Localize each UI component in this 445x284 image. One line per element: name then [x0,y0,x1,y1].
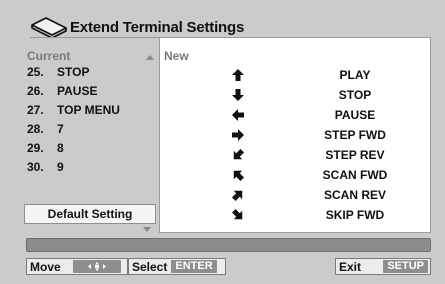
list-item[interactable]: 25. STOP [27,65,159,84]
status-bar [26,238,431,252]
item-number: 28. [27,122,44,136]
mapping-row[interactable]: SCAN FWD [160,166,432,186]
mapping-label: PAUSE [334,108,376,122]
item-number: 26. [27,84,44,98]
arrow-up-right-icon [232,189,244,201]
select-hint: Select ENTER [128,258,226,275]
joystick-icon [72,260,121,273]
arrow-up-icon [232,69,244,81]
item-number: 27. [27,103,44,117]
title-row: Extend Terminal Settings [30,16,245,39]
setup-key: SETUP [383,260,428,273]
list-item[interactable]: 28. 7 [27,122,159,141]
mapping-label: SCAN FWD [322,168,388,182]
item-number: 29. [27,141,44,155]
exit-hint: Exit SETUP [335,258,431,275]
exit-label: Exit [339,259,362,274]
item-label: TOP MENU [57,103,120,117]
mapping-label: SKIP FWD [325,208,385,222]
move-label: Move [30,259,61,274]
current-label: Current [27,49,159,65]
arrow-left-icon [232,109,244,121]
item-label: 8 [57,141,64,155]
item-label: STOP [57,65,90,79]
item-number: 30. [27,160,44,174]
mapping-row[interactable]: STOP [160,86,432,106]
arrow-down-icon [232,89,244,101]
settings-screen: Extend Terminal Settings Current 25. STO… [0,0,445,284]
list-item[interactable]: 29. 8 [27,141,159,160]
mapping-label: STEP REV [325,148,385,162]
item-number: 25. [27,65,44,79]
mapping-row[interactable]: PLAY [160,66,432,86]
mapping-label: STEP FWD [324,128,386,142]
item-label: 7 [57,122,64,136]
arrow-right-icon [232,129,244,141]
list-item[interactable]: 26. PAUSE [27,84,159,103]
mapping-row[interactable]: PAUSE [160,106,432,126]
mapping-row[interactable]: SCAN REV [160,186,432,206]
mapping-row[interactable]: STEP FWD [160,126,432,146]
list-item[interactable]: 27. TOP MENU [27,103,159,122]
scroll-up-icon[interactable] [146,55,154,60]
remote-icon [30,16,68,39]
item-label: 9 [57,160,64,174]
current-list: Current 25. STOP 26. PAUSE 27. TOP MENU … [27,49,159,179]
mapping-label: PLAY [339,68,371,82]
mapping-label: STOP [338,88,372,102]
new-assignment-panel: New PLAY STOP PAUSE STEP FWD STEP REV SC… [159,37,431,233]
move-hint: Move [26,258,128,275]
select-label: Select [132,259,168,274]
mapping-row[interactable]: STEP REV [160,146,432,166]
scroll-down-icon[interactable] [143,227,151,232]
new-label: New [164,49,189,63]
mapping-label: SCAN REV [323,188,386,202]
arrow-down-left-icon [232,149,244,161]
mapping-row[interactable]: SKIP FWD [160,206,432,226]
arrow-up-left-icon [232,169,244,181]
arrow-down-right-icon [232,209,244,221]
enter-key: ENTER [171,260,217,273]
list-item[interactable]: 30. 9 [27,160,159,179]
item-label: PAUSE [57,84,98,98]
default-setting-button[interactable]: Default Setting [24,204,156,224]
page-title: Extend Terminal Settings [70,18,245,36]
